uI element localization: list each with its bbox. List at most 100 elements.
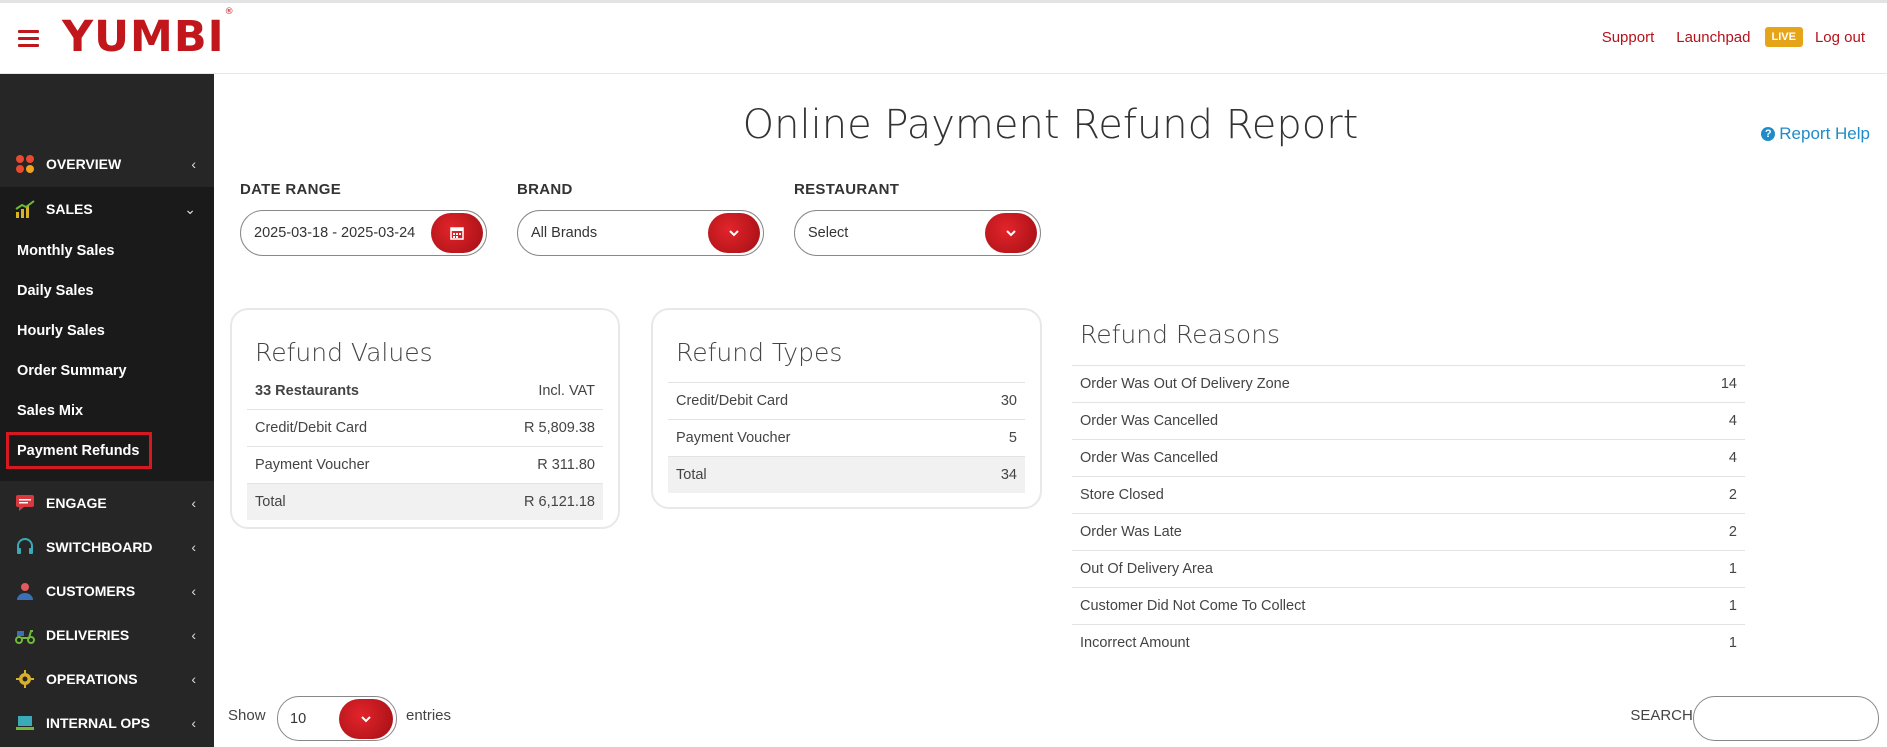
brand-value: All Brands	[531, 225, 598, 241]
table-row: Customer Did Not Come To Collect 1	[1072, 587, 1745, 624]
table-row: Out Of Delivery Area 1	[1072, 550, 1745, 587]
launchpad-link[interactable]: Launchpad	[1676, 29, 1750, 46]
row-label: Payment Voucher	[676, 430, 791, 446]
gear-icon	[14, 668, 36, 690]
top-header: YUMBI® Support Launchpad LIVE Log out	[0, 3, 1887, 74]
brand-select[interactable]: All Brands	[517, 210, 764, 256]
date-range-value: 2025-03-18 - 2025-03-24	[254, 225, 416, 241]
chevron-left-icon: ‹	[191, 495, 196, 511]
table-row: Credit/Debit Card R 5,809.38	[247, 409, 603, 446]
overview-icon	[14, 153, 36, 175]
table-row: Order Was Cancelled 4	[1072, 439, 1745, 476]
entries-label: entries	[406, 707, 452, 724]
calendar-icon[interactable]	[431, 213, 483, 253]
active-item-highlight	[6, 432, 152, 469]
entries-select[interactable]: 10	[277, 696, 397, 741]
row-label: Payment Voucher	[255, 457, 370, 473]
chevron-left-icon: ‹	[191, 156, 196, 172]
sidebar-subitem-daily-sales[interactable]: Daily Sales	[0, 271, 214, 311]
live-badge: LIVE	[1764, 27, 1803, 47]
chat-icon	[14, 492, 36, 514]
row-label: Order Was Out Of Delivery Zone	[1080, 376, 1290, 392]
sidebar-subitem-sales-mix[interactable]: Sales Mix	[0, 391, 214, 431]
row-value: 14	[1720, 376, 1737, 392]
sidebar-item-sales[interactable]: SALES ⌄	[0, 187, 214, 231]
chevron-down-icon[interactable]	[708, 213, 760, 253]
sidebar-subitem-monthly-sales[interactable]: Monthly Sales	[0, 231, 214, 271]
table-row: Payment Voucher 5	[668, 419, 1025, 456]
report-help-label: Report Help	[1779, 124, 1870, 143]
laptop-icon	[14, 712, 36, 734]
menu-icon[interactable]	[18, 30, 39, 47]
sidebar-item-overview[interactable]: OVERVIEW ‹	[0, 142, 214, 186]
sidebar-item-internal-ops[interactable]: INTERNAL OPS ‹	[0, 701, 214, 745]
total-row: Total R 6,121.18	[247, 483, 603, 520]
table-row: Order Was Late 2	[1072, 513, 1745, 550]
row-label: Credit/Debit Card	[676, 393, 789, 409]
sidebar-item-engage[interactable]: ENGAGE ‹	[0, 481, 214, 525]
table-row: Incorrect Amount 1	[1072, 624, 1745, 661]
vat-note: Incl. VAT	[538, 382, 595, 399]
header-nav: Support Launchpad LIVE Log out	[1580, 27, 1865, 47]
support-link[interactable]: Support	[1602, 29, 1655, 46]
chevron-left-icon: ‹	[191, 627, 196, 643]
total-row: Total 34	[668, 456, 1025, 493]
row-value: 4	[1728, 450, 1737, 466]
show-label: Show	[228, 707, 266, 724]
row-label: Credit/Debit Card	[255, 420, 368, 436]
row-label: Total	[255, 494, 286, 510]
sidebar-item-label: ENGAGE	[46, 495, 107, 511]
sidebar-subitem-hourly-sales[interactable]: Hourly Sales	[0, 311, 214, 351]
page-title: Online Payment Refund Report	[742, 102, 1359, 148]
scooter-icon	[14, 624, 36, 646]
restaurant-value: Select	[808, 225, 849, 241]
row-label: Total	[676, 467, 707, 483]
chevron-down-icon[interactable]	[985, 213, 1037, 253]
chevron-left-icon: ‹	[191, 671, 196, 687]
sidebar-item-label: OPERATIONS	[46, 671, 138, 687]
refund-values-title: Refund Values	[255, 338, 433, 367]
restaurant-select[interactable]: Select	[794, 210, 1041, 256]
chart-icon	[14, 198, 36, 220]
row-label: Customer Did Not Come To Collect	[1080, 598, 1306, 614]
row-value: 4	[1728, 413, 1737, 429]
yumbi-logo[interactable]: YUMBI®	[62, 7, 235, 62]
refund-values-card: Refund Values 33 Restaurants Incl. VAT C…	[230, 308, 620, 529]
row-value: R 5,809.38	[524, 420, 595, 436]
logout-link[interactable]: Log out	[1815, 29, 1865, 46]
row-label: Order Was Cancelled	[1080, 450, 1219, 466]
search-label: SEARCH:	[1630, 707, 1697, 724]
chevron-left-icon: ‹	[191, 715, 196, 731]
sidebar-item-customers[interactable]: CUSTOMERS ‹	[0, 569, 214, 613]
sidebar-subitem-order-summary[interactable]: Order Summary	[0, 351, 214, 391]
row-value: 5	[1008, 430, 1017, 446]
report-help-link[interactable]: ? Report Help	[1761, 124, 1870, 144]
user-icon	[14, 580, 36, 602]
row-label: Incorrect Amount	[1080, 635, 1190, 651]
chevron-down-icon[interactable]	[339, 698, 393, 739]
chevron-left-icon: ‹	[191, 539, 196, 555]
sidebar-item-label: DELIVERIES	[46, 627, 130, 643]
sidebar-item-switchboard[interactable]: SWITCHBOARD ‹	[0, 525, 214, 569]
table-row: Order Was Cancelled 4	[1072, 402, 1745, 439]
sidebar-item-label: SWITCHBOARD	[46, 539, 153, 555]
date-range-picker[interactable]: 2025-03-18 - 2025-03-24	[240, 210, 487, 256]
table-row: Store Closed 2	[1072, 476, 1745, 513]
table-row: Credit/Debit Card 30	[668, 382, 1025, 419]
row-label: Order Was Cancelled	[1080, 413, 1219, 429]
row-value: 2	[1728, 487, 1737, 503]
sidebar-item-operations[interactable]: OPERATIONS ‹	[0, 657, 214, 701]
row-label: Out Of Delivery Area	[1080, 561, 1213, 577]
refund-reasons-panel: Refund Reasons Order Was Out Of Delivery…	[1072, 308, 1745, 738]
search-input[interactable]	[1693, 696, 1879, 741]
entries-value: 10	[290, 710, 307, 727]
sidebar-item-label: SALES	[46, 201, 93, 217]
restaurant-label: RESTAURANT	[794, 181, 900, 198]
sidebar-item-label: CUSTOMERS	[46, 583, 136, 599]
chevron-left-icon: ‹	[191, 583, 196, 599]
headset-icon	[14, 536, 36, 558]
sidebar-item-deliveries[interactable]: DELIVERIES ‹	[0, 613, 214, 657]
question-icon: ?	[1761, 127, 1776, 141]
table-row: Payment Voucher R 311.80	[247, 446, 603, 483]
sidebar: OVERVIEW ‹ SALES ⌄ Monthly Sales Daily S…	[0, 74, 214, 747]
